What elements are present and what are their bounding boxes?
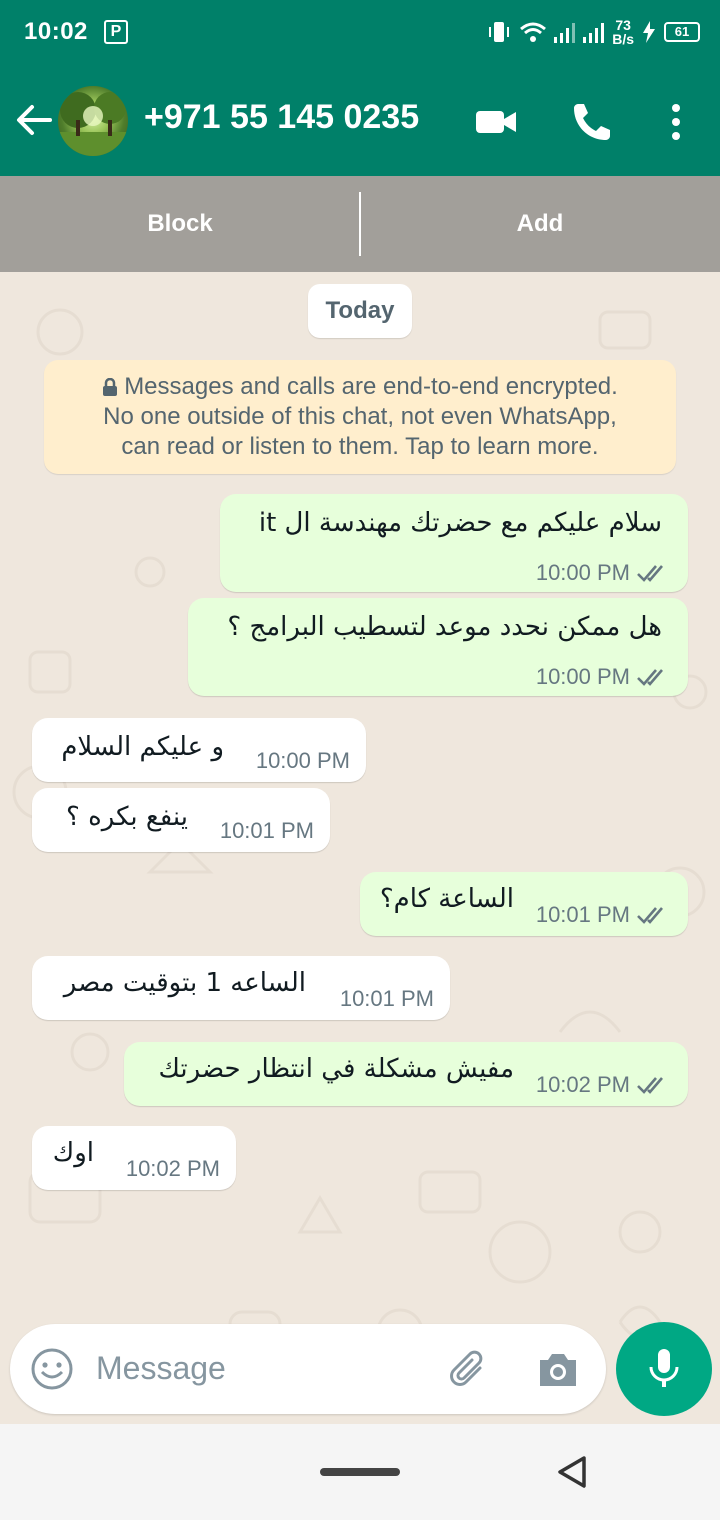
- encryption-text-1: Messages and calls are end-to-end encryp…: [124, 373, 618, 400]
- message-bubble-outgoing[interactable]: هل ممكن نحدد موعد لتسطيب البرامج ؟ 10:00…: [188, 598, 688, 696]
- video-call-icon[interactable]: [472, 98, 520, 146]
- camera-icon[interactable]: [534, 1346, 582, 1394]
- signal-1-icon: [554, 21, 576, 43]
- pin-notification-icon: P: [104, 20, 128, 44]
- attach-icon[interactable]: [446, 1346, 494, 1394]
- date-divider: Today: [308, 284, 412, 338]
- message-text: سلام عليكم مع حضرتك مهندسة ال it: [258, 508, 662, 538]
- message-time: 10:01 PM: [339, 986, 434, 1011]
- message-bubble-outgoing[interactable]: الساعة كام؟ 10:01 PM: [360, 872, 688, 936]
- message-bubble-incoming[interactable]: و عليكم السلام 10:00 PM: [32, 718, 366, 782]
- vibrate-icon: [489, 22, 510, 42]
- message-bubble-incoming[interactable]: الساعه 1 بتوقيت مصر 10:01 PM: [32, 956, 450, 1020]
- message-input[interactable]: Message: [96, 1350, 226, 1387]
- message-bubble-incoming[interactable]: اوك 10:02 PM: [32, 1126, 236, 1190]
- status-bar: 10:02 P 73 B/s 61: [0, 0, 720, 62]
- delivered-ticks-icon: [637, 1077, 663, 1094]
- action-divider: [359, 192, 361, 256]
- message-text: الساعة كام؟: [379, 884, 514, 914]
- message-composer[interactable]: Message: [10, 1324, 606, 1414]
- contact-name[interactable]: +971 55 145 0235: [144, 98, 419, 137]
- add-contact-button[interactable]: Add: [360, 176, 720, 272]
- emoji-icon[interactable]: [30, 1347, 74, 1391]
- back-arrow-icon[interactable]: [12, 98, 56, 142]
- message-text: اوك: [52, 1138, 94, 1168]
- signal-2-icon: [583, 21, 605, 43]
- chat-header: +971 55 145 0235: [0, 62, 720, 176]
- message-time: 10:00 PM: [535, 560, 630, 585]
- encryption-line-2: No one outside of this chat, not even Wh…: [103, 403, 617, 430]
- message-text: و عليكم السلام: [61, 732, 224, 762]
- unknown-contact-actions: Block Add: [0, 176, 720, 272]
- message-time: 10:02 PM: [125, 1156, 220, 1181]
- avatar[interactable]: [58, 86, 128, 156]
- more-options-icon[interactable]: [652, 98, 700, 146]
- message-bubble-outgoing[interactable]: سلام عليكم مع حضرتك مهندسة ال it 10:00 P…: [220, 494, 688, 592]
- net-speed: 73 B/s: [612, 18, 634, 46]
- net-speed-unit: B/s: [612, 31, 634, 47]
- block-button[interactable]: Block: [0, 176, 360, 272]
- message-time: 10:01 PM: [535, 902, 630, 927]
- message-text: ينفع بكره ؟: [66, 802, 188, 832]
- message-time: 10:00 PM: [255, 748, 350, 773]
- message-time: 10:00 PM: [535, 664, 630, 689]
- delivered-ticks-icon: [637, 669, 663, 686]
- battery-icon: 61: [664, 22, 700, 42]
- encryption-notice[interactable]: Messages and calls are end-to-end encryp…: [44, 360, 676, 474]
- wifi-icon: [520, 22, 547, 42]
- delivered-ticks-icon: [637, 565, 663, 582]
- home-gesture-bar[interactable]: [320, 1468, 400, 1476]
- chat-area[interactable]: Today Messages and calls are end-to-end …: [0, 272, 720, 1424]
- message-bubble-incoming[interactable]: ينفع بكره ؟ 10:01 PM: [32, 788, 330, 852]
- message-bubble-outgoing[interactable]: مفيش مشكلة في انتظار حضرتك 10:02 PM: [124, 1042, 688, 1106]
- message-text: الساعه 1 بتوقيت مصر: [63, 968, 306, 998]
- system-navigation-bar: [0, 1424, 720, 1520]
- status-time: 10:02: [24, 18, 88, 45]
- net-speed-value: 73: [615, 17, 631, 33]
- back-triangle-icon[interactable]: [552, 1452, 592, 1492]
- encryption-line-1: Messages and calls are end-to-end encryp…: [44, 372, 676, 402]
- message-time: 10:01 PM: [219, 818, 314, 843]
- message-text: هل ممكن نحدد موعد لتسطيب البرامج ؟: [227, 612, 662, 642]
- encryption-line-3: can read or listen to them. Tap to learn…: [121, 433, 599, 460]
- mic-icon: [649, 1349, 679, 1387]
- message-time: 10:02 PM: [535, 1072, 630, 1097]
- charging-icon: [643, 21, 655, 43]
- message-text: مفيش مشكلة في انتظار حضرتك: [158, 1054, 514, 1084]
- delivered-ticks-icon: [637, 907, 663, 924]
- mic-button[interactable]: [616, 1322, 712, 1416]
- phone-icon[interactable]: [568, 98, 616, 146]
- lock-icon: [103, 378, 118, 396]
- status-indicators: 73 B/s 61: [486, 14, 700, 50]
